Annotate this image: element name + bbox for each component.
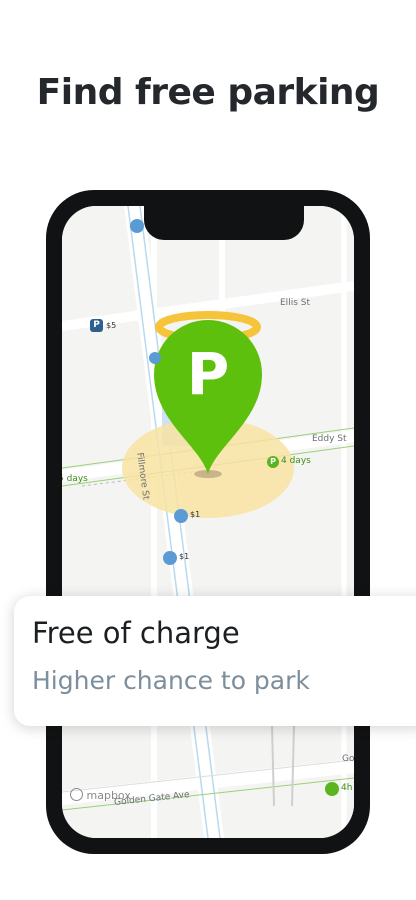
garage-parking-icon[interactable]: P: [90, 319, 103, 332]
days-label-right: 4 days: [281, 456, 311, 466]
phone-frame: P P $5 $ $1 $1 Ellis St Eddy St Fillmore…: [46, 190, 370, 854]
card-title: Free of charge: [32, 616, 240, 650]
map-canvas[interactable]: P: [62, 206, 354, 838]
mapbox-attribution[interactable]: mapbox: [70, 788, 131, 802]
info-card: Free of charge Higher chance to park: [14, 596, 416, 726]
meter-icon: [174, 509, 188, 523]
clock-icon: [325, 782, 339, 796]
days-label-left: 5 days: [62, 474, 88, 484]
map-screen[interactable]: P P $5 $ $1 $1 Ellis St Eddy St Fillmore…: [62, 206, 354, 838]
street-label-golden-gate-right: Go: [342, 754, 354, 764]
phone-notch: [144, 206, 304, 240]
meter-price-1: $1: [190, 510, 201, 519]
pin-letter: P: [187, 340, 230, 408]
meter-icon: [163, 551, 177, 565]
time-badge-label: 4h: [341, 783, 353, 793]
meter-icon: [130, 219, 144, 233]
mapbox-logo-icon: [70, 788, 83, 801]
card-subtitle: Higher chance to park: [32, 666, 310, 695]
mapbox-label: mapbox: [86, 789, 131, 802]
street-label-ellis: Ellis St: [280, 298, 310, 308]
street-label-eddy: Eddy St: [312, 434, 347, 444]
free-parking-icon[interactable]: P: [267, 456, 279, 468]
page-title: Find free parking: [36, 72, 380, 113]
garage-price: $5: [106, 321, 117, 330]
meter-icon: [149, 352, 161, 364]
meter-price-2: $1: [179, 552, 190, 561]
